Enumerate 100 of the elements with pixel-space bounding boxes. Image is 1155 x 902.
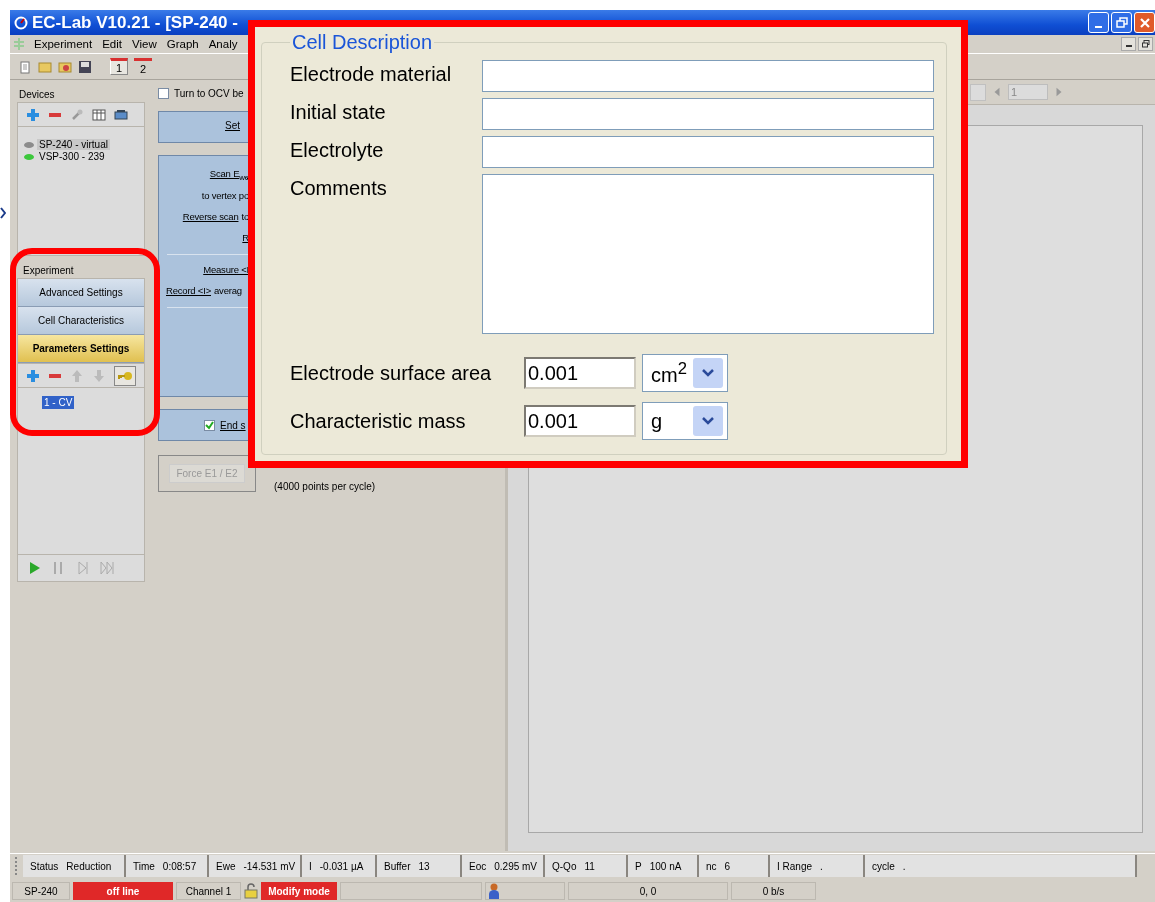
minimize-button[interactable]: [1121, 37, 1136, 51]
parameter-text: averag: [214, 285, 242, 296]
minimize-icon: [1095, 25, 1102, 28]
section-label: Devices: [18, 87, 56, 102]
status-field: 0 b/s: [731, 882, 816, 900]
status-label: Q-Qo: [552, 860, 577, 872]
status-label: cycle: [872, 860, 895, 872]
restore-button[interactable]: [1138, 37, 1153, 51]
app-icon: [14, 15, 28, 30]
tab[interactable]: 1: [110, 58, 128, 75]
field-label: Electrode material: [290, 62, 453, 87]
step-all-icon[interactable]: [100, 561, 114, 575]
parameter-link[interactable]: Measure <I: [203, 264, 249, 275]
field-label: Electrolyte: [290, 138, 385, 163]
status-label: Buffer: [384, 860, 411, 872]
window-title: EC-Lab V10.21 - [SP-240 -: [32, 12, 238, 33]
menu-item[interactable]: Experiment: [34, 38, 93, 50]
add-icon[interactable]: [26, 368, 40, 383]
field-label: Comments: [290, 176, 388, 201]
new-file-icon[interactable]: [18, 59, 32, 74]
device-item[interactable]: SP-240 - virtual: [37, 139, 110, 150]
menu-item[interactable]: Analy: [208, 38, 238, 50]
checkbox-label[interactable]: End s: [220, 419, 246, 431]
status-label: nc: [706, 860, 717, 872]
status-label: Time: [133, 860, 155, 872]
value-field[interactable]: 0.001: [524, 405, 636, 437]
field-label: Characteristic mass: [290, 409, 467, 434]
status-field: 0, 0: [568, 882, 728, 900]
chevron-icon: [0, 206, 6, 220]
status-label: Eoc: [469, 860, 487, 872]
status-value: 11: [584, 860, 595, 872]
wrench-icon[interactable]: [70, 107, 84, 122]
device-item[interactable]: VSP-300 - 239: [37, 151, 107, 162]
group-title: Cell Description: [291, 31, 434, 54]
status-alert: off line: [73, 882, 173, 900]
chevron-down-icon: [701, 416, 715, 426]
settings-button[interactable]: Advanced Settings: [18, 279, 144, 307]
settings-button[interactable]: Parameters Settings: [18, 335, 144, 363]
menu-item[interactable]: Edit: [102, 38, 122, 50]
text-field[interactable]: [482, 136, 934, 168]
field-label: Initial state: [290, 100, 387, 125]
parameter-link[interactable]: Scan E$_{we}$: [209, 167, 249, 182]
status-label: P: [635, 860, 642, 872]
lock-icon: [244, 883, 258, 899]
status-field: Channel 1: [176, 882, 241, 900]
close-button[interactable]: [1134, 12, 1155, 33]
status-value: .: [820, 860, 823, 872]
parameter-link[interactable]: Reverse scan: [182, 211, 239, 222]
down-arrow-icon[interactable]: [92, 368, 106, 383]
folder-icon[interactable]: [38, 59, 52, 74]
menu-item[interactable]: Graph: [166, 38, 199, 50]
sequence-item[interactable]: 1 - CV: [42, 396, 75, 409]
device-icon[interactable]: [114, 107, 128, 122]
key-icon[interactable]: [114, 365, 136, 386]
status-label: Status: [30, 860, 59, 872]
restore-icon: [1115, 16, 1128, 29]
step-icon[interactable]: [76, 561, 90, 575]
chevron-down-icon: [701, 368, 715, 378]
text-field[interactable]: [482, 60, 934, 92]
play-icon[interactable]: [28, 561, 42, 575]
person-icon: [488, 883, 500, 899]
status-value: .: [902, 860, 906, 872]
section-label: Experiment: [22, 263, 75, 278]
status-alert: Modify mode: [261, 882, 337, 900]
status-value: 100 nA: [649, 860, 682, 872]
status-field: SP-240: [12, 882, 70, 900]
restore-icon: [1141, 40, 1150, 48]
checkbox[interactable]: [158, 87, 169, 99]
status-value: 6: [724, 860, 731, 872]
set-link[interactable]: Set: [225, 120, 240, 131]
tab[interactable]: 2: [134, 58, 152, 75]
status-label: I: [309, 860, 312, 872]
save-icon[interactable]: [78, 59, 92, 74]
checkbox-label: Turn to OCV be: [174, 87, 244, 99]
settings-button[interactable]: Cell Characteristics: [18, 307, 144, 335]
grid-icon[interactable]: [92, 107, 106, 122]
parameter-link[interactable]: R: [242, 232, 249, 243]
add-icon[interactable]: [26, 107, 40, 122]
text-field[interactable]: [482, 98, 934, 130]
field-label: Electrode surface area: [290, 361, 493, 386]
note-text: (4000 points per cycle): [274, 480, 376, 492]
menu-item[interactable]: View: [132, 38, 157, 50]
status-value: Reduction: [66, 860, 112, 872]
value-field[interactable]: 0.001: [524, 357, 636, 389]
status-value: 0.295 mV: [494, 860, 538, 872]
up-arrow-icon[interactable]: [70, 368, 84, 383]
status-value: 0:08:57: [162, 860, 197, 872]
close-icon: [1138, 16, 1151, 29]
unit-dropdown[interactable]: g: [642, 402, 728, 440]
checkbox[interactable]: [204, 419, 215, 431]
status-value: 13: [418, 860, 430, 872]
unit-dropdown[interactable]: cm$^{2}$: [642, 354, 728, 392]
status-value: -0.031 µA: [319, 860, 364, 872]
status-label: I Range: [777, 860, 813, 872]
status-value: -14.531 mV: [243, 860, 296, 872]
folder-icon[interactable]: [58, 59, 72, 74]
comments-field[interactable]: [482, 174, 934, 334]
parameter-link[interactable]: Record <I>: [166, 285, 211, 296]
left-arrow-icon[interactable]: [992, 85, 1002, 99]
status-label: Ewe: [216, 860, 236, 872]
